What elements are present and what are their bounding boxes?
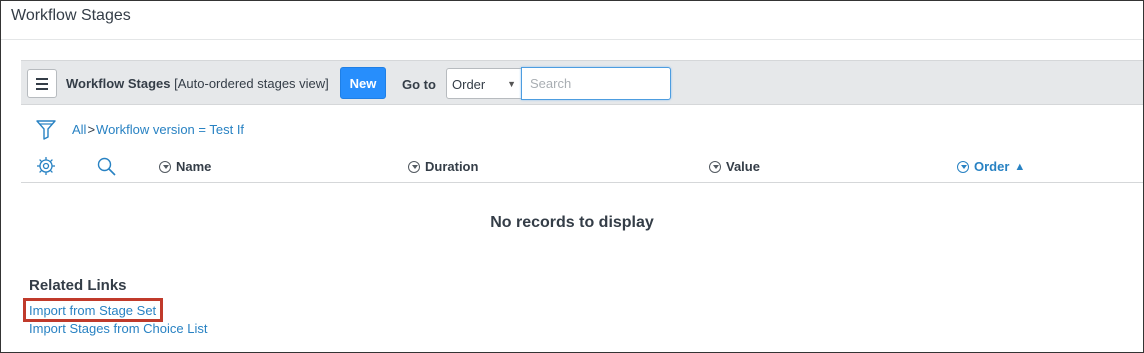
sort-ascending-icon: ▲ <box>1014 160 1026 173</box>
page-title: Workflow Stages <box>11 7 131 24</box>
divider <box>1 39 1143 40</box>
column-menu-icon[interactable] <box>408 160 420 173</box>
column-header-duration[interactable]: Duration <box>408 159 478 174</box>
breadcrumb-all-link[interactable]: All <box>72 122 86 137</box>
highlight-box <box>23 298 163 322</box>
breadcrumb: All>Workflow version = Test If <box>72 122 244 137</box>
column-menu-icon[interactable] <box>159 160 171 173</box>
goto-field-select[interactable]: Order ▼ <box>446 68 522 99</box>
column-header-value[interactable]: Value <box>709 159 760 174</box>
goto-label: Go to <box>402 77 436 92</box>
list-view-label: [Auto-ordered stages view] <box>174 76 329 91</box>
filter-icon[interactable] <box>36 119 56 141</box>
chevron-down-icon: ▼ <box>507 79 516 89</box>
empty-table-message: No records to display <box>490 214 654 231</box>
column-menu-icon[interactable] <box>957 160 969 173</box>
column-label: Value <box>726 159 760 174</box>
column-label: Duration <box>425 159 479 174</box>
list-toolbar: Workflow Stages [Auto-ordered stages vie… <box>21 60 1143 105</box>
search-icon[interactable] <box>97 157 116 176</box>
import-stages-from-choice-list-link[interactable]: Import Stages from Choice List <box>29 321 207 336</box>
search-input[interactable] <box>521 67 671 100</box>
column-label: Order <box>974 159 1010 174</box>
list-title-name: Workflow Stages <box>66 76 171 91</box>
list-title: Workflow Stages [Auto-ordered stages vie… <box>66 76 329 91</box>
column-label: Name <box>176 159 212 174</box>
related-links-title: Related Links <box>29 277 127 294</box>
breadcrumb-separator: > <box>87 122 96 137</box>
column-menu-icon[interactable] <box>709 160 721 173</box>
table-header-row: Name Duration Value Order ▲ <box>21 150 1143 183</box>
hamburger-menu-icon[interactable] <box>27 69 57 98</box>
column-header-name[interactable]: Name <box>159 159 211 174</box>
gear-icon[interactable] <box>36 156 56 176</box>
new-button[interactable]: New <box>340 67 386 99</box>
column-header-order[interactable]: Order ▲ <box>957 159 1025 174</box>
breadcrumb-filter-link[interactable]: Workflow version = Test If <box>96 122 244 137</box>
goto-selected-value: Order <box>452 77 486 92</box>
